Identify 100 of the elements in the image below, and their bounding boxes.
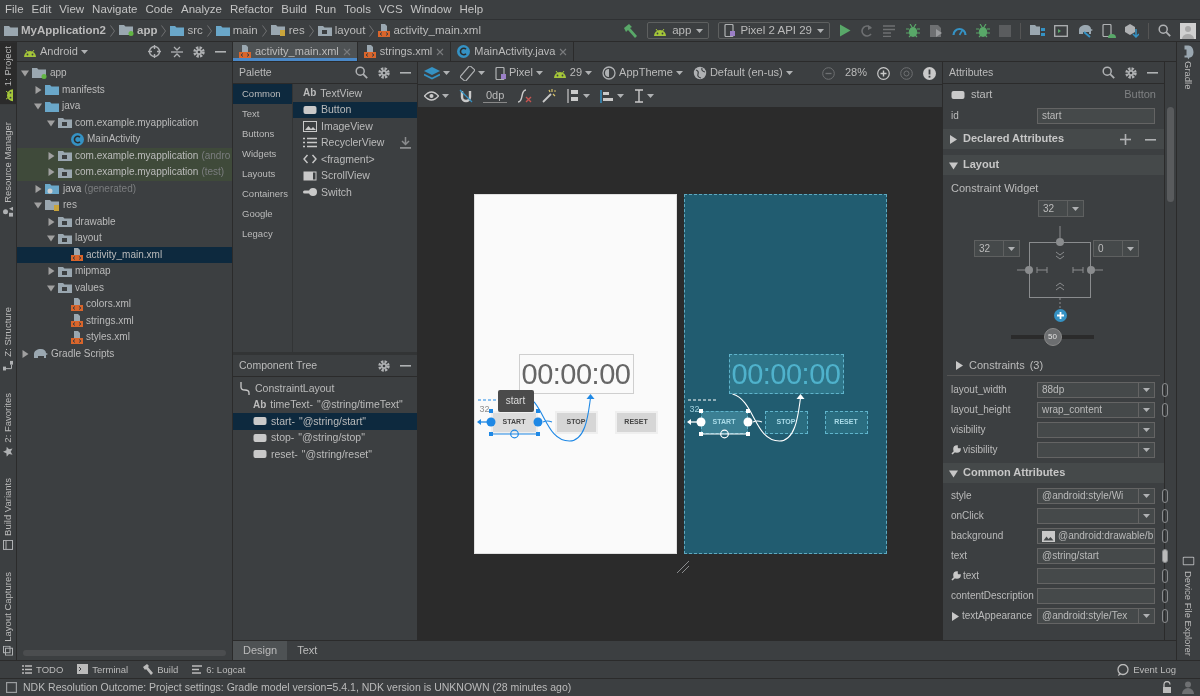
settings-icon[interactable]	[378, 66, 390, 79]
resource-toggle[interactable]	[1162, 589, 1168, 603]
tool-window-button[interactable]: Event Log	[1133, 663, 1176, 676]
tree-arrow-icon[interactable]	[21, 349, 29, 358]
tree-item[interactable]: stop- "@string/stop"	[233, 429, 417, 446]
tree-arrow-icon[interactable]	[47, 283, 55, 292]
menu-item[interactable]: File	[1, 2, 28, 17]
margin-dropdown[interactable]: 32	[1038, 200, 1084, 217]
gauge-icon[interactable]	[952, 25, 967, 36]
rotate-device-icon[interactable]	[460, 65, 475, 81]
tree-item[interactable]: ConstraintLayout	[233, 380, 417, 397]
tree-arrow-icon[interactable]	[47, 151, 55, 160]
tree-item[interactable]: com.example.myapplication (test)	[17, 164, 232, 181]
palette-category[interactable]: Text	[233, 104, 292, 124]
tree-arrow-icon[interactable]	[47, 217, 55, 226]
speech-bubble-icon[interactable]	[1117, 663, 1130, 676]
breadcrumb-item[interactable]: src	[187, 23, 203, 38]
tree-item[interactable]: manifests	[17, 81, 232, 98]
expand-arrow-icon[interactable]	[951, 611, 960, 621]
settings-icon[interactable]	[193, 45, 205, 58]
tool-window-tab[interactable]: Build Variants	[0, 474, 16, 555]
menu-item[interactable]: Window	[406, 2, 456, 17]
tree-item[interactable]: Gradle Scripts	[17, 345, 232, 362]
palette-item[interactable]: Switch	[293, 184, 417, 201]
pack-dropdown[interactable]	[566, 89, 591, 103]
scrollbar-thumb[interactable]	[1167, 107, 1174, 202]
editor-tab[interactable]: strings.xml	[357, 42, 452, 61]
device-dropdown[interactable]: Pixel	[495, 66, 543, 80]
expand-arrow-icon[interactable]	[949, 160, 958, 170]
breadcrumb-item[interactable]: main	[232, 23, 258, 38]
tool-window-tab[interactable]: Device File Explorer	[1181, 551, 1196, 660]
menu-item[interactable]: Build	[277, 2, 311, 17]
tree-item[interactable]: java (generated)	[17, 180, 232, 197]
constraint-handles-drawing[interactable]	[476, 393, 594, 442]
tool-window-tab[interactable]: Layout Captures	[0, 568, 16, 660]
hammer-icon[interactable]	[142, 664, 154, 675]
attribute-field[interactable]	[1037, 568, 1155, 584]
resource-toggle[interactable]	[1162, 609, 1168, 623]
attribute-dropdown[interactable]: @android:style/Tex	[1037, 608, 1155, 624]
breadcrumb-item[interactable]: layout	[334, 23, 366, 38]
palette-category[interactable]: Buttons	[233, 124, 292, 144]
resource-toggle[interactable]	[1162, 489, 1168, 503]
attribute-dropdown[interactable]: 88dp	[1037, 382, 1155, 398]
menu-item[interactable]: Run	[310, 2, 341, 17]
attribute-field[interactable]	[1037, 588, 1155, 604]
tree-item[interactable]: strings.xml	[17, 312, 232, 329]
package-download-icon[interactable]	[1125, 23, 1139, 38]
editor-tab[interactable]: MainActivity.java	[451, 42, 575, 61]
menu-item[interactable]: Analyze	[176, 2, 226, 17]
palette-category[interactable]: Common	[233, 84, 292, 104]
default-margin-field[interactable]: 0dp	[483, 88, 508, 104]
resource-toggle[interactable]	[1162, 509, 1168, 523]
tree-arrow-icon[interactable]	[34, 184, 42, 193]
menu-item[interactable]: Code	[141, 2, 177, 17]
sync-elephant-icon[interactable]	[1077, 23, 1093, 38]
editor-tab[interactable]: activity_main.xml	[233, 42, 358, 61]
settings-icon[interactable]	[378, 359, 390, 372]
margin-dropdown[interactable]: 0	[1093, 240, 1139, 257]
guidelines-dropdown[interactable]	[634, 89, 655, 103]
add-icon[interactable]	[1120, 133, 1131, 145]
search-icon[interactable]	[1102, 66, 1115, 79]
section-header[interactable]: Layout	[943, 155, 1164, 175]
tree-item[interactable]: com.example.myapplication	[17, 114, 232, 131]
magic-wand-icon[interactable]	[542, 89, 557, 103]
tree-item[interactable]: values	[17, 279, 232, 296]
expand-arrow-icon[interactable]	[949, 134, 958, 144]
visibility-dropdown[interactable]	[424, 91, 449, 101]
breadcrumb-item[interactable]: MyApplication2	[21, 23, 106, 38]
palette-category[interactable]: Containers	[233, 184, 292, 204]
collapse-all-icon[interactable]	[171, 45, 183, 58]
resource-toggle[interactable]	[1162, 529, 1168, 543]
device-dropdown[interactable]: Pixel 2 API 29	[718, 22, 830, 39]
tool-window-tab[interactable]: 1: Project	[0, 42, 16, 105]
attribute-field[interactable]: start	[1037, 108, 1155, 124]
tree-item[interactable]: start- "@string/start"	[233, 413, 417, 430]
close-icon[interactable]	[559, 47, 568, 56]
hammer-icon[interactable]	[623, 23, 639, 38]
terminal-window-icon[interactable]	[1054, 24, 1068, 37]
menu-item[interactable]: Edit	[27, 2, 56, 17]
tree-item[interactable]: styles.xml	[17, 329, 232, 346]
tree-item[interactable]: com.example.myapplication (andro	[17, 147, 232, 164]
tree-arrow-icon[interactable]	[47, 168, 55, 177]
align-dropdown[interactable]	[600, 89, 625, 103]
tree-item[interactable]: mipmap	[17, 263, 232, 280]
tool-window-tab[interactable]: 2: Favorites	[0, 388, 16, 461]
tree-item[interactable]: MainActivity	[17, 131, 232, 148]
tree-item[interactable]: layout	[17, 230, 232, 247]
resource-toggle[interactable]	[1162, 383, 1168, 397]
tree-arrow-icon[interactable]	[34, 85, 42, 94]
attribute-dropdown[interactable]: wrap_content	[1037, 402, 1155, 418]
orientation-dropdown[interactable]	[460, 65, 485, 81]
pack-icon[interactable]	[566, 89, 581, 103]
view-tab[interactable]: Text	[287, 641, 328, 660]
resource-toggle[interactable]	[1162, 549, 1168, 563]
tree-arrow-icon[interactable]	[34, 102, 42, 111]
tree-arrow-icon[interactable]	[47, 118, 55, 127]
crosshair-icon[interactable]	[148, 45, 161, 58]
project-structure-icon[interactable]	[1030, 24, 1045, 37]
tree-arrow-icon[interactable]	[47, 267, 55, 276]
attach-debugger-icon[interactable]	[976, 23, 990, 38]
